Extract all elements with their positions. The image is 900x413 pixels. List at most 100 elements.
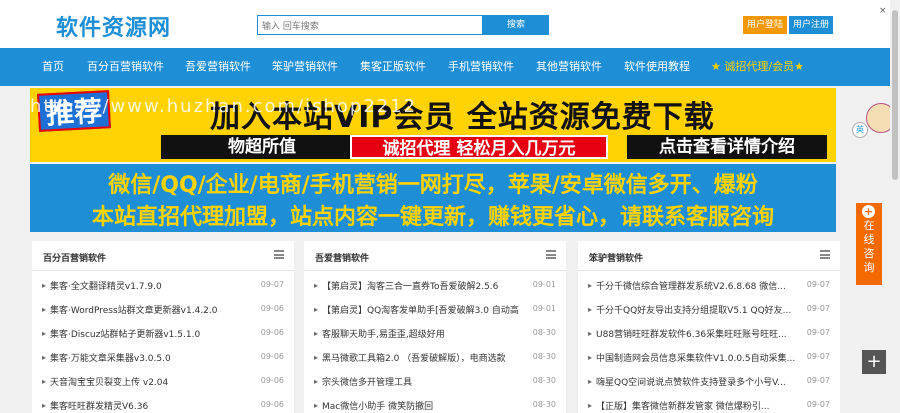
list-item-title[interactable]: 【正版】集客微信新群发管家 微信爆粉引... bbox=[596, 399, 796, 412]
list-item[interactable]: ▸ 千分千微信综合管理群发系统V2.6.8.68 微信... 09-07 bbox=[578, 273, 840, 297]
list-item[interactable]: ▸ 集客·WordPress站群文章更新器v1.4.2.0 09-06 bbox=[32, 297, 294, 321]
list-item[interactable]: ▸ 集客·Discuz站群帖子更新器v1.5.1.0 09-06 bbox=[32, 321, 294, 345]
bullet-icon: ▸ bbox=[314, 281, 319, 290]
list-item[interactable]: ▸ 集客旺旺群发精灵V6.36 09-06 bbox=[32, 393, 294, 413]
list-item-title[interactable]: 中国制造网会员信息采集软件V1.0.0.5自动采集... bbox=[596, 351, 796, 364]
bullet-icon: ▸ bbox=[314, 377, 319, 386]
list-item-date: 09-06 bbox=[260, 304, 284, 313]
list-item[interactable]: ▸ Mac微信小助手 微笑防撤回 08-30 bbox=[304, 393, 566, 413]
nav-item-baifenbai[interactable]: 百分百营销软件 bbox=[87, 48, 164, 86]
list-item-date: 09-01 bbox=[532, 280, 556, 289]
bullet-icon: ▸ bbox=[588, 377, 593, 386]
list-item-title[interactable]: 【第启灵】QQ淘客发单助手[吾爱破解3.0 自动高 bbox=[322, 303, 522, 316]
promo-line-1: 微信/QQ/企业/电商/手机营销一网打尽，苹果/安卓微信多开、爆粉 bbox=[108, 173, 758, 198]
list-item[interactable]: ▸ 客服聊天助手,易歪歪,超级好用 08-30 bbox=[304, 321, 566, 345]
list-item-date: 09-01 bbox=[532, 304, 556, 313]
nav-item-tutorial[interactable]: 软件使用教程 bbox=[624, 48, 690, 86]
list-item-title[interactable]: 千分千QQ好友导出支持分组提取V5.1 QQ好友... bbox=[596, 303, 796, 316]
bullet-icon: ▸ bbox=[588, 401, 593, 410]
list-item-date: 08-30 bbox=[532, 376, 556, 385]
scroll-thumb[interactable] bbox=[892, 10, 898, 180]
close-icon[interactable]: × bbox=[879, 6, 889, 16]
list-item[interactable]: ▸ U88营销旺旺群发软件6.36采集旺旺账号旺旺... 09-07 bbox=[578, 321, 840, 345]
list-item-date: 08-30 bbox=[532, 328, 556, 337]
nav-item-jike[interactable]: 集客正版软件 bbox=[360, 48, 426, 86]
list-item[interactable]: ▸ 千分千QQ好友导出支持分组提取V5.1 QQ好友... 09-07 bbox=[578, 297, 840, 321]
list-item-title[interactable]: Mac微信小助手 微笑防撤回 bbox=[322, 399, 522, 412]
chat-char: 线 bbox=[863, 233, 875, 246]
list-item[interactable]: ▸ 中国制造网会员信息采集软件V1.0.0.5自动采集... 09-07 bbox=[578, 345, 840, 369]
bullet-icon: ▸ bbox=[42, 401, 47, 410]
list-item[interactable]: ▸ 集客·万能文章采集器v3.0.5.0 09-06 bbox=[32, 345, 294, 369]
list-item-date: 09-07 bbox=[806, 352, 830, 361]
list-item-title[interactable]: 嗨星QQ空间说说点赞软件支持登录多个小号V... bbox=[596, 375, 796, 388]
bullet-icon: ▸ bbox=[314, 353, 319, 362]
panel-title: 笨驴营销软件 bbox=[589, 254, 644, 264]
list-item[interactable]: ▸ 【第启灵】淘客三合一直券To吾爱破解2.5.6 09-01 bbox=[304, 273, 566, 297]
list-item-date: 09-07 bbox=[260, 280, 284, 289]
list-item-title[interactable]: 集客旺旺群发精灵V6.36 bbox=[50, 399, 250, 412]
chat-char: 询 bbox=[863, 261, 875, 274]
list-item-title[interactable]: 集客·Discuz站群帖子更新器v1.5.1.0 bbox=[50, 327, 250, 340]
agent-pill: 诚招代理 轻松月入几万元 bbox=[350, 135, 608, 159]
vip-banner[interactable]: 推荐 加入本站VIP会员 全站资源免费下载 https://www.huzhan… bbox=[30, 88, 836, 162]
search-input[interactable]: 输入 回车搜索 bbox=[257, 15, 483, 35]
bullet-icon: ▸ bbox=[42, 329, 47, 338]
panel-title: 百分百营销软件 bbox=[43, 254, 107, 264]
list-item-title[interactable]: 黑马微歌工具箱2.0 （吾爱破解版），电商选款 bbox=[322, 351, 522, 364]
list-item-title[interactable]: 千分千微信综合管理群发系统V2.6.8.68 微信... bbox=[596, 279, 796, 292]
menu-icon[interactable] bbox=[546, 250, 556, 259]
login-button[interactable]: 用户登陆 bbox=[743, 16, 787, 34]
list-item-title[interactable]: 宗头微信多开管理工具 bbox=[322, 375, 522, 388]
list-item-title[interactable]: 天音淘宝宝贝裂变上传 v2.04 bbox=[50, 375, 250, 388]
list-item-date: 08-30 bbox=[532, 400, 556, 409]
float-plus-button[interactable]: + bbox=[862, 350, 886, 374]
bullet-icon: ▸ bbox=[588, 329, 593, 338]
scrollbar[interactable] bbox=[890, 0, 900, 413]
list-item-date: 09-07 bbox=[806, 280, 830, 289]
nav-item-other[interactable]: 其他营销软件 bbox=[536, 48, 602, 86]
menu-icon[interactable] bbox=[274, 250, 284, 259]
list-item[interactable]: ▸ 【正版】集客微信新群发管家 微信爆粉引... 09-07 bbox=[578, 393, 840, 413]
online-chat-button[interactable]: + 在 线 咨 询 bbox=[856, 203, 882, 285]
nav-item-home[interactable]: 首页 bbox=[42, 48, 64, 86]
list-item[interactable]: ▸ 天音淘宝宝贝裂变上传 v2.04 09-06 bbox=[32, 369, 294, 393]
list-item-title[interactable]: 客服聊天助手,易歪歪,超级好用 bbox=[322, 327, 522, 340]
list-item-title[interactable]: 集客·全文翻译精灵v1.7.9.0 bbox=[50, 279, 250, 292]
details-pill[interactable]: 点击查看详情介绍 bbox=[627, 135, 827, 159]
list-item[interactable]: ▸ 【第启灵】QQ淘客发单助手[吾爱破解3.0 自动高 09-01 bbox=[304, 297, 566, 321]
register-button[interactable]: 用户注册 bbox=[789, 16, 833, 34]
main-nav: 首页 百分百营销软件 吾爱营销软件 笨驴营销软件 集客正版软件 手机营销软件 其… bbox=[0, 48, 900, 86]
panel-benlv: 笨驴营销软件 ▸ 千分千微信综合管理群发系统V2.6.8.68 微信... 09-0… bbox=[578, 241, 840, 413]
list-item[interactable]: ▸ 黑马微歌工具箱2.0 （吾爱破解版），电商选款 08-30 bbox=[304, 345, 566, 369]
list-item-title[interactable]: 集客·WordPress站群文章更新器v1.4.2.0 bbox=[50, 303, 250, 316]
bullet-icon: ▸ bbox=[42, 281, 47, 290]
language-badge[interactable]: 英 bbox=[852, 122, 868, 138]
search-button[interactable]: 搜索 bbox=[483, 15, 549, 35]
nav-item-mobile[interactable]: 手机营销软件 bbox=[448, 48, 514, 86]
list-item-date: 09-06 bbox=[260, 400, 284, 409]
list-item-date: 09-07 bbox=[806, 400, 830, 409]
nav-item-benlv[interactable]: 笨驴营销软件 bbox=[272, 48, 338, 86]
list-item-date: 09-07 bbox=[806, 376, 830, 385]
promo-banner[interactable]: 微信/QQ/企业/电商/手机营销一网打尽，苹果/安卓微信多开、爆粉 本站直招代理… bbox=[30, 164, 836, 232]
list-item[interactable]: ▸ 宗头微信多开管理工具 08-30 bbox=[304, 369, 566, 393]
site-logo[interactable]: 软件资源网 bbox=[56, 10, 171, 42]
bullet-icon: ▸ bbox=[42, 353, 47, 362]
bullet-icon: ▸ bbox=[42, 305, 47, 314]
list-item-title[interactable]: 【第启灵】淘客三合一直券To吾爱破解2.5.6 bbox=[322, 279, 522, 292]
nav-item-wuai[interactable]: 吾爱营销软件 bbox=[185, 48, 251, 86]
list-item-date: 09-06 bbox=[260, 328, 284, 337]
bullet-icon: ▸ bbox=[588, 353, 593, 362]
list-item-date: 09-06 bbox=[260, 352, 284, 361]
bullet-icon: ▸ bbox=[314, 401, 319, 410]
nav-item-agent[interactable]: ★ 诚招代理/会员★ bbox=[711, 48, 804, 86]
bullet-icon: ▸ bbox=[588, 305, 593, 314]
chat-char: 咨 bbox=[863, 247, 875, 260]
list-item-title[interactable]: 集客·万能文章采集器v3.0.5.0 bbox=[50, 351, 250, 364]
menu-icon[interactable] bbox=[820, 250, 830, 259]
list-item[interactable]: ▸ 嗨星QQ空间说说点赞软件支持登录多个小号V... 09-07 bbox=[578, 369, 840, 393]
list-item[interactable]: ▸ 集客·全文翻译精灵v1.7.9.0 09-07 bbox=[32, 273, 294, 297]
panel-wuai: 吾爱营销软件 ▸ 【第启灵】淘客三合一直券To吾爱破解2.5.6 09-01 ▸ 【第… bbox=[304, 241, 566, 413]
list-item-title[interactable]: U88营销旺旺群发软件6.36采集旺旺账号旺旺... bbox=[596, 327, 796, 340]
